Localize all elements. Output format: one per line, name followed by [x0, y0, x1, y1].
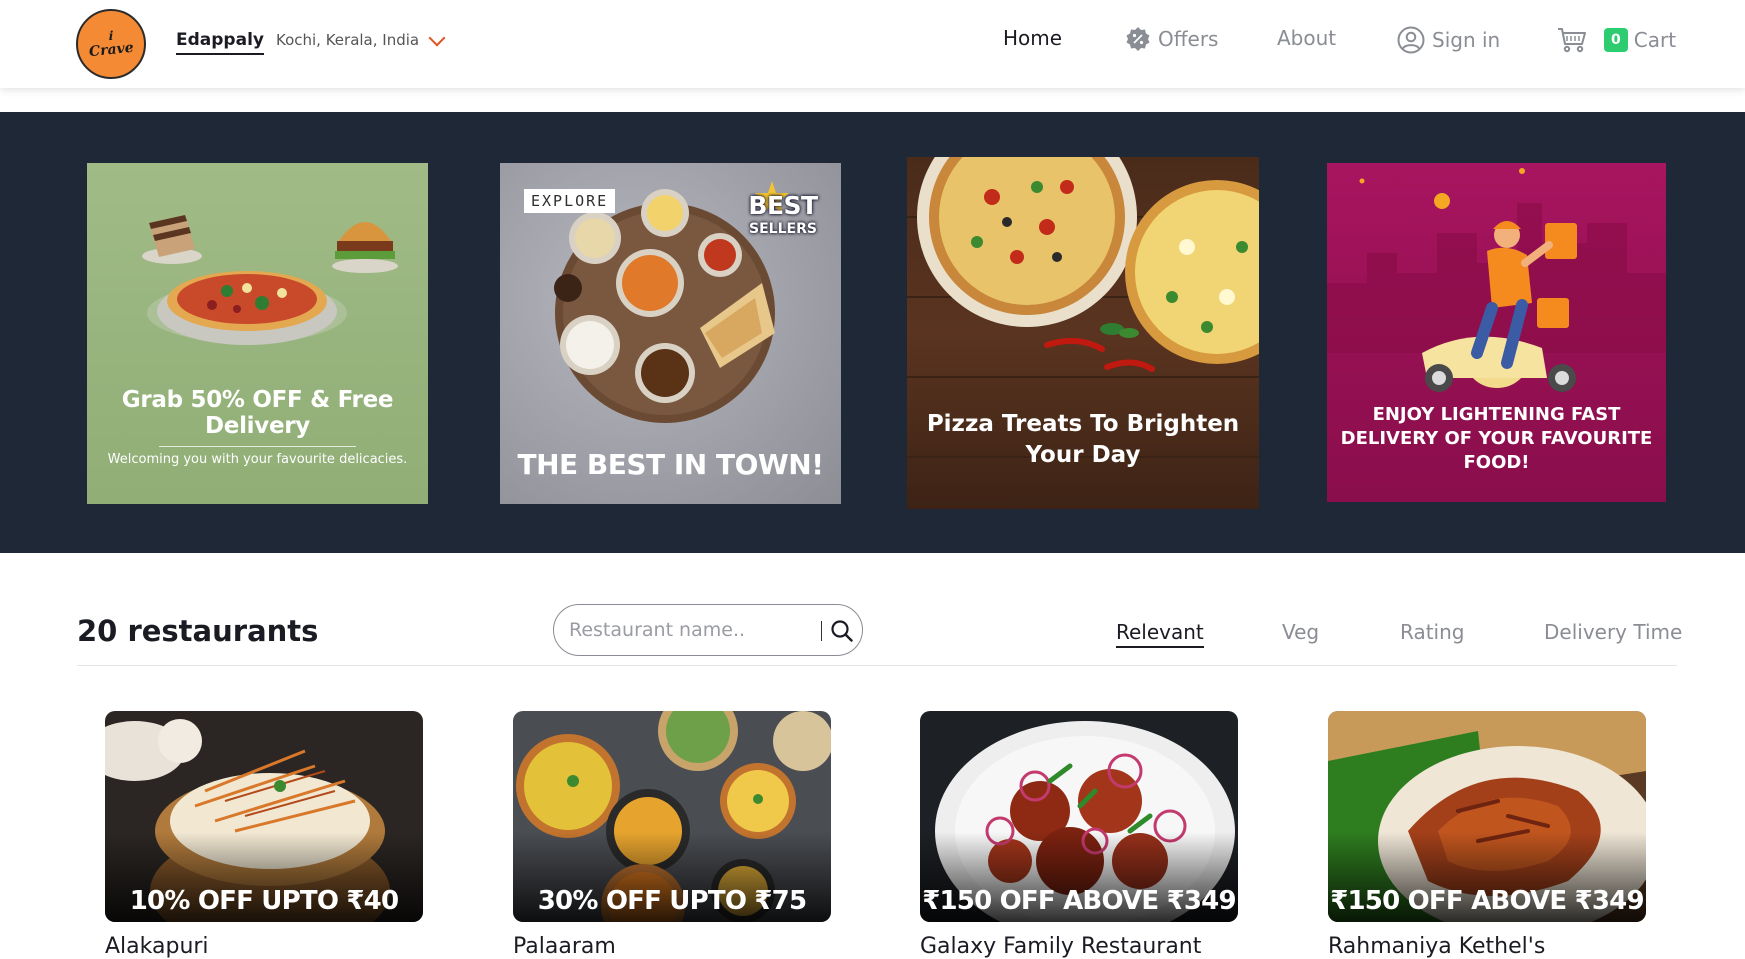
logo-text-bottom: Crave	[87, 39, 135, 61]
top-header: i Crave Edappaly Kochi, Kerala, India Ho…	[0, 0, 1745, 88]
banner-bestsellers-card[interactable]: EXPLORE BEST SELLERS THE BEST IN TOWN!	[500, 163, 841, 504]
restaurant-offer: 10% OFF UPTO ₹40	[129, 886, 399, 916]
location-selector[interactable]: Edappaly Kochi, Kerala, India	[176, 29, 446, 55]
banner-delivery-card[interactable]: ENJOY LIGHTENING FAST DELIVERY OF YOUR F…	[1327, 163, 1666, 502]
restaurant-count: 20 restaurants	[77, 614, 319, 648]
restaurant-card[interactable]: 30% OFF UPTO ₹75 Palaaram	[513, 711, 831, 959]
banner-bestsellers-badge-bottom: SELLERS	[749, 221, 817, 237]
restaurant-name: Alakapuri	[105, 934, 209, 959]
banner-offer-card[interactable]: Grab 50% OFF & Free Delivery Welcoming y…	[87, 163, 428, 504]
nav-offers-label: Offers	[1158, 27, 1219, 51]
banner-offer-divider	[159, 446, 356, 447]
cart-count-badge: 0	[1604, 28, 1628, 52]
nav-cart-label: Cart	[1633, 28, 1677, 52]
restaurant-offer: ₹150 OFF ABOVE ₹349	[1330, 886, 1644, 916]
location-region: Kochi, Kerala, India	[275, 31, 420, 49]
nav-home-label: Home	[1003, 26, 1063, 50]
restaurant-image: ₹150 OFF ABOVE ₹349	[1328, 711, 1646, 922]
nav-about[interactable]: About	[1277, 26, 1336, 50]
restaurant-image: 10% OFF UPTO ₹40	[105, 711, 423, 922]
nav-offers[interactable]: Offers	[1125, 26, 1218, 52]
location-city: Edappaly	[176, 30, 264, 55]
restaurant-name: Rahmaniya Kethel's	[1328, 934, 1546, 959]
banner-bestsellers-title: THE BEST IN TOWN!	[517, 448, 824, 481]
search-divider	[821, 621, 822, 641]
nav-cart[interactable]: 0 Cart	[1557, 26, 1676, 54]
sort-rating[interactable]: Rating	[1400, 620, 1464, 644]
cart-icon	[1557, 26, 1587, 54]
offers-badge-icon	[1125, 26, 1151, 52]
banner-offer-subtitle: Welcoming you with your favourite delica…	[107, 452, 408, 467]
banner-bestsellers-badge-top: BEST	[748, 191, 818, 220]
banner-offer-title: Grab 50% OFF & Free Delivery	[121, 387, 394, 439]
restaurant-image: ₹150 OFF ABOVE ₹349	[920, 711, 1238, 922]
search-input[interactable]	[569, 617, 809, 643]
banner-explore-tag: EXPLORE	[524, 189, 616, 213]
restaurant-card[interactable]: ₹150 OFF ABOVE ₹349 Rahmaniya Kethel's	[1328, 711, 1646, 959]
search-icon[interactable]	[829, 618, 855, 644]
nav-about-label: About	[1277, 26, 1337, 50]
restaurant-card[interactable]: ₹150 OFF ABOVE ₹349 Galaxy Family Restau…	[920, 711, 1238, 959]
restaurant-card[interactable]: 10% OFF UPTO ₹40 Alakapuri	[105, 711, 423, 959]
filter-divider	[77, 665, 1677, 666]
nav-signin-label: Sign in	[1432, 28, 1501, 52]
restaurant-offer: 30% OFF UPTO ₹75	[537, 886, 807, 916]
restaurant-image: 30% OFF UPTO ₹75	[513, 711, 831, 922]
banner-delivery-title: ENJOY LIGHTENING FAST DELIVERY OF YOUR F…	[1340, 404, 1653, 473]
brand-logo[interactable]: i Crave	[76, 9, 146, 79]
user-circle-icon	[1397, 26, 1425, 54]
sort-delivery-time[interactable]: Delivery Time	[1544, 620, 1682, 644]
restaurant-name: Palaaram	[513, 934, 616, 959]
logo-text-top: i	[108, 29, 114, 43]
sort-veg[interactable]: Veg	[1282, 620, 1319, 644]
nav-home[interactable]: Home	[1003, 26, 1062, 50]
banner-pizza-card[interactable]: Pizza Treats To Brighten Your Day	[907, 157, 1259, 509]
chevron-down-icon	[428, 29, 446, 47]
search-box	[553, 604, 863, 656]
restaurant-name: Galaxy Family Restaurant	[920, 934, 1202, 959]
restaurant-offer: ₹150 OFF ABOVE ₹349	[922, 886, 1236, 916]
banner-pizza-title: Pizza Treats To Brighten Your Day	[926, 411, 1240, 468]
sort-relevant[interactable]: Relevant	[1116, 620, 1204, 648]
nav-signin[interactable]: Sign in	[1397, 26, 1500, 54]
